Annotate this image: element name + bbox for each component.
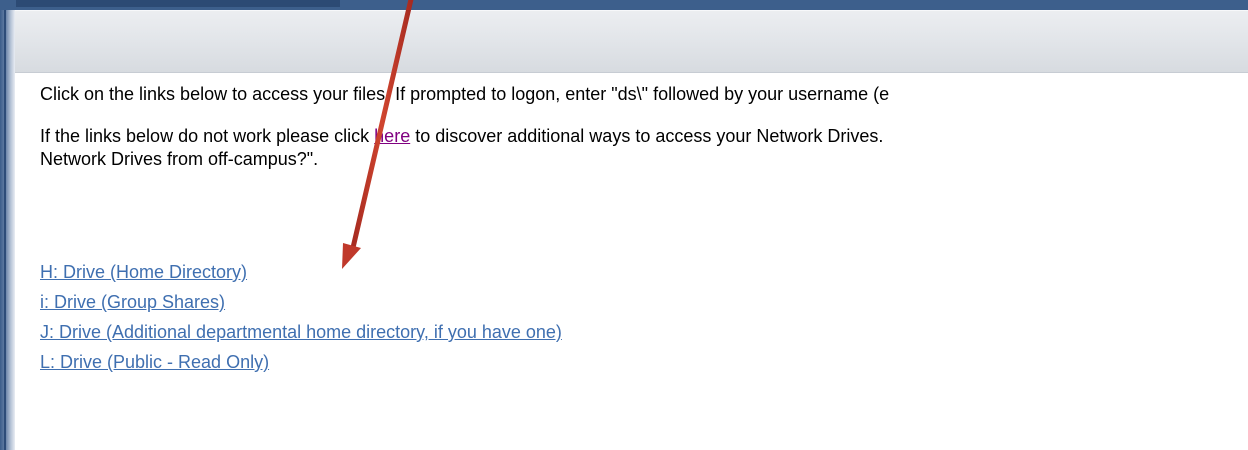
browser-frame: Click on the links below to access your … xyxy=(0,0,1248,450)
left-edge xyxy=(0,10,15,450)
header-band-highlight xyxy=(15,10,1248,11)
h-drive-link[interactable]: H: Drive (Home Directory) xyxy=(40,257,562,287)
top-tab xyxy=(16,0,340,7)
instruction-line-1: Click on the links below to access your … xyxy=(40,84,890,104)
instruction-line-2: If the links below do not work please cl… xyxy=(40,125,883,147)
drive-links-list: H: Drive (Home Directory) i: Drive (Grou… xyxy=(40,257,562,377)
left-edge-line xyxy=(4,10,6,450)
header-band xyxy=(15,10,1248,73)
i-drive-link[interactable]: i: Drive (Group Shares) xyxy=(40,287,562,317)
l-drive-link[interactable]: L: Drive (Public - Read Only) xyxy=(40,347,562,377)
j-drive-link[interactable]: J: Drive (Additional departmental home d… xyxy=(40,317,562,347)
instruction-line-2-after: to discover additional ways to access yo… xyxy=(410,126,884,146)
here-link[interactable]: here xyxy=(374,126,410,146)
instruction-line-2-before: If the links below do not work please cl… xyxy=(40,126,375,146)
instruction-line-3: Network Drives from off-campus?". xyxy=(40,149,319,169)
